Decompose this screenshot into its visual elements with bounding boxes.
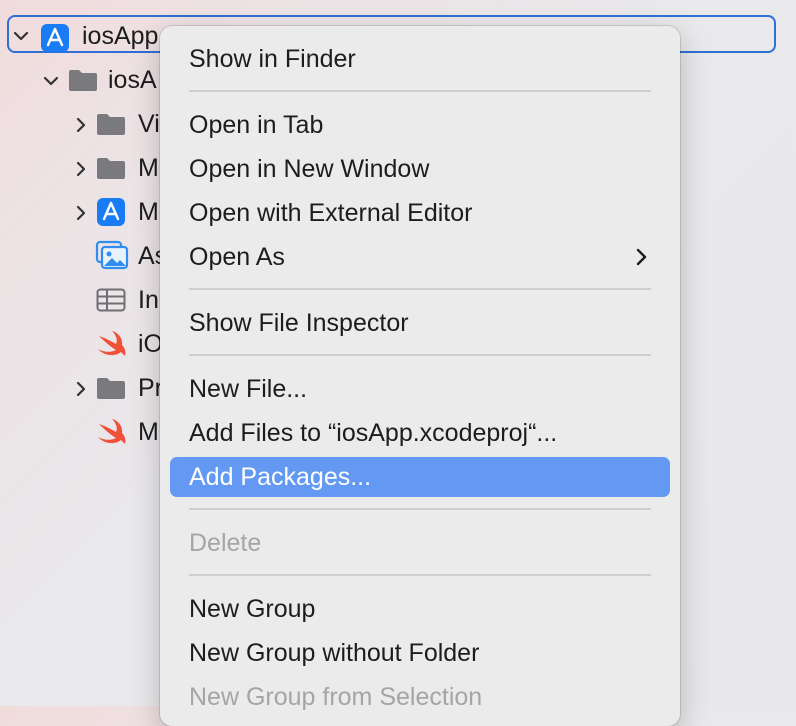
menu-separator — [189, 354, 651, 356]
menu-item-delete[interactable]: Delete — [170, 523, 670, 563]
menu-item-open-in-new-window[interactable]: Open in New Window — [170, 149, 670, 189]
context-menu: Show in Finder Open in Tab Open in New W… — [160, 26, 680, 726]
folder-icon — [68, 68, 98, 97]
menu-item-new-group[interactable]: New Group — [170, 589, 670, 629]
menu-item-label: Open As — [189, 243, 285, 271]
menu-item-new-file[interactable]: New File... — [170, 369, 670, 409]
tree-item-label[interactable]: M — [138, 198, 159, 227]
app-target-icon — [96, 197, 126, 232]
menu-item-add-files[interactable]: Add Files to “iosApp.xcodeproj“... — [170, 413, 670, 453]
swift-file-icon — [97, 418, 127, 451]
root-label: iosApp — [82, 22, 159, 50]
chevron-down-icon[interactable] — [12, 27, 30, 45]
menu-separator — [189, 574, 651, 576]
app-project-icon — [40, 23, 70, 58]
swift-file-icon — [97, 330, 127, 363]
menu-item-show-file-inspector[interactable]: Show File Inspector — [170, 303, 670, 343]
menu-item-open-in-tab[interactable]: Open in Tab — [170, 105, 670, 145]
tree-item-label[interactable]: M — [138, 154, 159, 183]
submenu-chevron-right-icon — [632, 247, 652, 267]
tree-item-label[interactable]: Vi — [138, 110, 160, 139]
chevron-right-icon[interactable] — [72, 160, 90, 178]
menu-separator — [189, 288, 651, 290]
menu-separator — [189, 90, 651, 92]
menu-item-add-packages[interactable]: Add Packages... — [170, 457, 670, 497]
folder-icon — [96, 376, 126, 405]
menu-item-show-in-finder[interactable]: Show in Finder — [170, 39, 670, 79]
menu-item-open-as[interactable]: Open As — [170, 237, 670, 277]
chevron-down-icon[interactable] — [42, 72, 60, 90]
folder-icon — [96, 156, 126, 185]
tree-item-label[interactable]: In — [138, 286, 159, 315]
menu-item-new-group-without-folder[interactable]: New Group without Folder — [170, 633, 670, 673]
folder-icon — [96, 112, 126, 141]
plist-table-icon — [96, 288, 126, 317]
group-label: iosA — [108, 66, 157, 94]
chevron-right-icon[interactable] — [72, 380, 90, 398]
asset-catalog-icon — [95, 240, 129, 275]
menu-separator — [189, 508, 651, 510]
chevron-right-icon[interactable] — [72, 116, 90, 134]
menu-item-new-group-from-selection[interactable]: New Group from Selection — [170, 677, 670, 717]
menu-item-open-with-external-editor[interactable]: Open with External Editor — [170, 193, 670, 233]
tree-item-label[interactable]: M — [138, 418, 159, 447]
chevron-right-icon[interactable] — [72, 204, 90, 222]
